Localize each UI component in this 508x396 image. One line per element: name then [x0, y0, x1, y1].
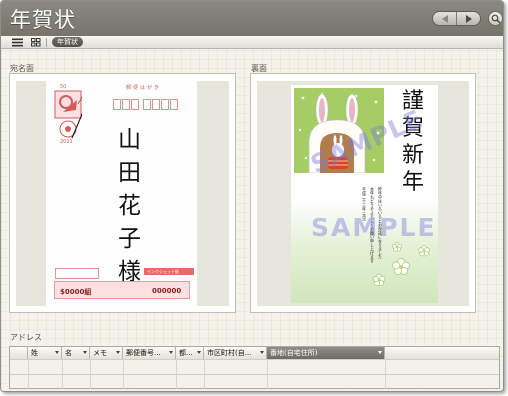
toolbar-divider: [46, 38, 47, 47]
table-col-divider: [90, 359, 91, 389]
table-col-divider: [204, 359, 205, 389]
address-table[interactable]: 姓 名 メモ 郵便番号... 都... 市区町村(自... 番地(自宅住所): [9, 346, 500, 389]
column-header-label: 市区町村(自...: [207, 349, 252, 357]
chevron-right-icon: [466, 15, 472, 23]
postal-box: [170, 99, 178, 110]
column-header-postal-code[interactable]: 郵便番号...: [123, 347, 176, 359]
list-view-icon[interactable]: [12, 38, 23, 47]
recipient-name-char: 山: [118, 127, 141, 153]
postal-box: [152, 99, 160, 110]
column-header-label: 番地(自宅住所): [270, 349, 318, 357]
chevron-down-icon: [55, 351, 59, 354]
table-col-divider: [62, 359, 63, 389]
search-icon: [491, 14, 501, 24]
view-toolbar: 年賀状: [1, 36, 503, 49]
stamp-year: 2011: [60, 139, 73, 145]
column-header-sei[interactable]: 姓: [28, 347, 62, 359]
table-col-divider: [176, 359, 177, 389]
greeting-char: 新: [402, 143, 425, 168]
recipient-name-char: 花: [118, 193, 141, 219]
chevron-down-icon: [260, 351, 264, 354]
record-navigation: [432, 11, 481, 26]
column-header-memo[interactable]: メモ: [90, 347, 123, 359]
postal-box: [113, 99, 121, 110]
column-header-label: 名: [65, 349, 72, 357]
sample-watermark: SAMPLE: [311, 213, 437, 242]
grid-view-icon[interactable]: [31, 38, 41, 47]
postcard-header: 郵便はがき: [126, 85, 162, 91]
window-title: 年賀状: [10, 8, 76, 32]
chevron-down-icon: [197, 351, 201, 354]
column-header-label: 姓: [31, 349, 38, 357]
tab-nengajo[interactable]: 年賀状: [52, 37, 83, 47]
title-bar: 年賀状: [1, 1, 503, 36]
column-header-label: 郵便番号...: [126, 349, 161, 357]
table-row-divider: [10, 374, 499, 375]
column-header-prefecture[interactable]: 都...: [176, 347, 204, 359]
table-col-divider: [385, 359, 386, 389]
chevron-down-icon: [116, 351, 120, 354]
app-window: 年賀状 年賀状 宛名面 裏面 50 2011 郵便はがき 山 田 花 子 様 イ…: [0, 0, 504, 392]
stamp-value: 50: [60, 84, 67, 90]
column-header-mei[interactable]: 名: [62, 347, 90, 359]
recipient-name-char: 田: [118, 160, 141, 186]
postal-box: [143, 99, 151, 110]
table-row-divider: [10, 359, 499, 360]
chevron-down-icon: [83, 351, 87, 354]
chevron-down-icon: [169, 351, 173, 354]
postal-box: [131, 99, 139, 110]
chevron-down-icon: [378, 351, 382, 354]
chevron-left-icon: [442, 15, 448, 23]
table-col-divider: [267, 359, 268, 389]
column-header-city[interactable]: 市区町村(自...: [204, 347, 267, 359]
sender-postal-boxes: [55, 268, 99, 279]
stamp-icon: [54, 90, 82, 139]
table-col-divider: [123, 359, 124, 389]
column-header-label: 都...: [179, 349, 193, 357]
search-button[interactable]: [488, 11, 503, 26]
postcard-address-side: 50 2011 郵便はがき 山 田 花 子 様 インクジェット紙 $0000組 …: [46, 80, 197, 306]
table-header-select[interactable]: [10, 347, 28, 359]
column-header-street-address[interactable]: 番地(自宅住所): [267, 347, 385, 359]
address-section-label: アドレス: [10, 333, 42, 342]
nav-forward-button[interactable]: [457, 12, 481, 25]
plum-blossom-decoration: [372, 242, 430, 286]
postal-box: [161, 99, 169, 110]
nengajo-card: 謹 賀 新 年 昨年中はいろいろとお世話になりました 本年もどうぞよろしくお願い…: [291, 85, 438, 303]
column-header-label: メモ: [93, 349, 107, 357]
greeting-char: 年: [402, 170, 425, 195]
recipient-name-char: 子: [118, 226, 141, 252]
lottery-number-right: 000000: [152, 287, 182, 295]
lottery-number-left: $0000組: [60, 288, 92, 296]
lottery-tag: インクジェット紙: [144, 268, 194, 275]
postal-box: [122, 99, 130, 110]
column-header-empty: [385, 347, 499, 359]
table-col-divider: [28, 359, 29, 389]
nav-back-button[interactable]: [433, 12, 457, 25]
